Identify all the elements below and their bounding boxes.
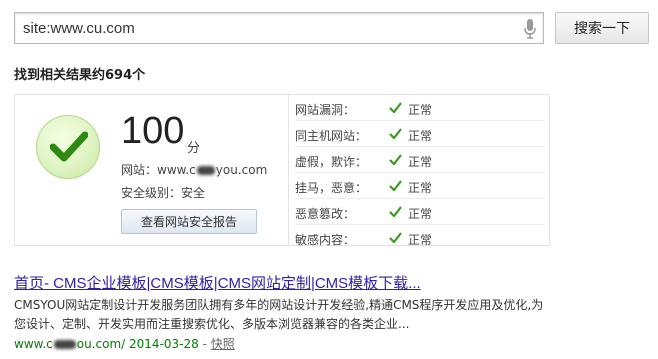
check-status: 正常 <box>408 103 433 117</box>
check-icon <box>389 128 402 139</box>
card-divider <box>288 95 289 245</box>
check-name: 同主机网站： <box>295 129 368 143</box>
check-row: 虚假，欺诈： 正常 <box>295 147 545 173</box>
safe-checkmark-icon <box>36 115 100 179</box>
check-icon <box>389 154 402 165</box>
result-snippet: CMSYOU网站定制设计开发服务团队拥有多年的网站设计开发经验,精通CMS程序开… <box>14 298 544 331</box>
redacted-blur <box>53 340 76 349</box>
check-name: 挂马，恶意： <box>295 181 368 195</box>
check-status: 正常 <box>408 155 433 169</box>
check-row: 挂马，恶意： 正常 <box>295 173 545 199</box>
security-level: 安全级别：安全 <box>121 184 205 201</box>
check-row: 恶意篡改： 正常 <box>295 199 545 225</box>
result-url-line: www.c ou.com/ 2014-03-28 - 快照 <box>14 335 235 352</box>
snapshot-link[interactable]: 快照 <box>211 337 235 351</box>
search-button[interactable]: 搜索一下 <box>555 12 649 44</box>
view-security-report-button[interactable]: 查看网站安全报告 <box>121 209 257 234</box>
check-name: 网站漏洞： <box>295 103 356 117</box>
level-value: 安全 <box>181 186 206 200</box>
score-unit: 分 <box>187 141 201 156</box>
url-separator: - <box>202 337 207 351</box>
check-name: 虚假，欺诈： <box>295 155 368 169</box>
check-icon <box>389 180 402 191</box>
result-date: 2014-03-28 <box>129 337 199 351</box>
result-url-suffix: ou.com/ <box>76 337 126 351</box>
check-icon <box>389 102 402 113</box>
check-name: 敏感内容： <box>295 233 356 247</box>
security-check-list: 网站漏洞： 正常 同主机网站： 正常 虚假，欺诈： 正常 挂马，恶意： 正常 恶… <box>295 95 545 251</box>
microphone-icon[interactable] <box>523 19 537 39</box>
check-name: 恶意篡改： <box>295 207 356 221</box>
check-row: 网站漏洞： 正常 <box>295 95 545 121</box>
site-label: 网站： <box>121 163 158 177</box>
check-icon <box>389 232 402 243</box>
check-row: 同主机网站： 正常 <box>295 121 545 147</box>
site-domain: 网站：www.c you.com <box>121 161 267 178</box>
site-security-card: 100 分 网站：www.c you.com 安全级别：安全 查看网站安全报告 网… <box>14 94 550 247</box>
check-status: 正常 <box>408 207 433 221</box>
level-label: 安全级别： <box>121 186 182 200</box>
site-domain-prefix: www.c <box>157 163 196 177</box>
check-status: 正常 <box>408 129 433 143</box>
check-status: 正常 <box>408 181 433 195</box>
check-row: 敏感内容： 正常 <box>295 225 545 251</box>
site-domain-suffix: you.com <box>215 163 268 177</box>
search-input[interactable] <box>14 12 544 44</box>
result-title-link[interactable]: 首页- CMS企业模板|CMS模板|CMS网站定制|CMS模板下载... <box>14 272 421 293</box>
check-icon <box>389 206 402 217</box>
result-count: 找到相关结果约694个 <box>14 68 146 83</box>
security-score: 100 <box>121 110 185 152</box>
check-status: 正常 <box>408 233 433 247</box>
redacted-blur <box>196 166 215 175</box>
result-url-prefix: www.c <box>14 337 53 351</box>
